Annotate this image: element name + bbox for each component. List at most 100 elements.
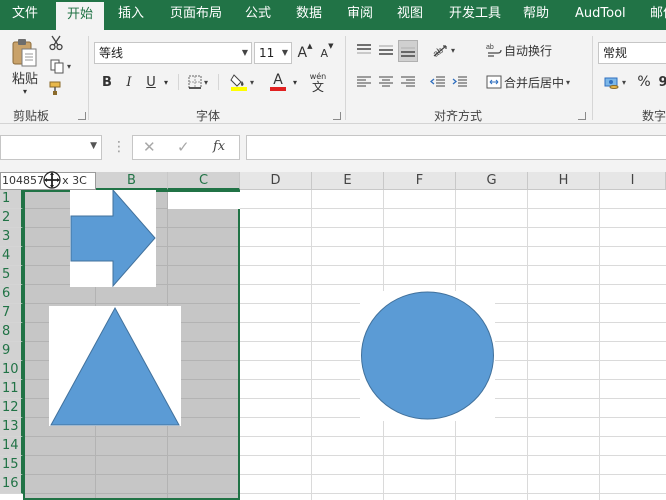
- worksheet-grid[interactable]: [23, 190, 666, 500]
- row-header[interactable]: 4: [0, 247, 23, 266]
- wrap-text-button[interactable]: 自动换行: [504, 40, 554, 60]
- circle-icon: [361, 291, 494, 420]
- insert-function-icon[interactable]: fx: [213, 139, 225, 154]
- tab-data[interactable]: 数据: [296, 0, 322, 30]
- row-header[interactable]: 2: [0, 209, 23, 228]
- circle-shape[interactable]: [360, 291, 495, 421]
- row-header[interactable]: 14: [0, 437, 23, 456]
- tab-view[interactable]: 视图: [397, 0, 423, 30]
- formula-input[interactable]: [246, 135, 666, 160]
- active-cell[interactable]: [168, 192, 240, 209]
- percent-button[interactable]: %: [634, 72, 654, 92]
- grow-font-icon: A: [297, 45, 308, 61]
- clipboard-launcher-icon[interactable]: [78, 112, 86, 120]
- ribbon-home: 粘贴 ▾ ▾ 剪贴板 等线 ▼ 11 ▼ A ▲ A ▼ B I U ▾ ▾ ▾ A…: [0, 30, 666, 124]
- wrap-text-icon[interactable]: ab: [484, 40, 504, 60]
- shrink-font-icon: A: [320, 46, 329, 60]
- paste-button[interactable]: 粘贴: [10, 69, 40, 87]
- row-header[interactable]: 6: [0, 285, 23, 304]
- number-format-select[interactable]: 常规: [598, 42, 666, 64]
- underline-button[interactable]: U: [142, 72, 160, 92]
- triangle-shape[interactable]: [49, 306, 181, 426]
- grow-font-button[interactable]: A ▲: [296, 42, 314, 64]
- align-bottom-button[interactable]: [398, 40, 418, 62]
- row-header[interactable]: 11: [0, 380, 23, 399]
- orientation-button[interactable]: ab ▾: [428, 40, 458, 60]
- column-header-c[interactable]: C: [168, 172, 240, 190]
- accounting-format-button[interactable]: ▾: [600, 72, 630, 92]
- accounting-icon: [604, 77, 619, 89]
- column-header-i[interactable]: I: [600, 172, 666, 190]
- drag-handle-icon[interactable]: ⋮: [112, 140, 126, 154]
- column-header-f[interactable]: F: [384, 172, 456, 190]
- tab-insert[interactable]: 插入: [118, 0, 144, 30]
- cancel-icon[interactable]: ✕: [143, 138, 156, 156]
- copy-icon[interactable]: ▾: [48, 58, 72, 74]
- underline-dropdown-icon[interactable]: ▾: [160, 72, 172, 92]
- font-size-select[interactable]: 11 ▼: [254, 42, 292, 64]
- ribbon-tab-bar: 文件 开始 插入 页面布局 公式 数据 审阅 视图 开发工具 帮助 AudToo…: [0, 0, 666, 30]
- font-color-dropdown-icon[interactable]: ▾: [290, 72, 300, 92]
- column-header-h[interactable]: H: [528, 172, 600, 190]
- format-painter-icon[interactable]: [48, 80, 64, 96]
- tab-file[interactable]: 文件: [12, 0, 38, 30]
- move-cursor-icon: [42, 170, 62, 190]
- font-family-select[interactable]: 等线 ▼: [94, 42, 252, 64]
- alignment-launcher-icon[interactable]: [578, 112, 586, 120]
- column-header-d[interactable]: D: [240, 172, 312, 190]
- column-header-e[interactable]: E: [312, 172, 384, 190]
- font-family-value: 等线: [99, 46, 124, 60]
- arrow-shape[interactable]: [70, 190, 156, 288]
- shrink-font-button[interactable]: A ▼: [318, 42, 336, 64]
- font-launcher-icon[interactable]: [333, 112, 341, 120]
- merge-center-icon[interactable]: [484, 72, 504, 92]
- row-header[interactable]: 9: [0, 342, 23, 361]
- increase-indent-icon: [452, 76, 467, 87]
- align-top-button[interactable]: [354, 40, 374, 60]
- name-box[interactable]: ▼: [0, 135, 102, 160]
- align-center-icon: [379, 76, 393, 87]
- align-right-button[interactable]: [398, 72, 418, 92]
- tab-help[interactable]: 帮助: [523, 0, 549, 30]
- bold-button[interactable]: B: [98, 72, 116, 92]
- cut-icon[interactable]: [48, 35, 64, 51]
- borders-icon: [188, 75, 202, 89]
- italic-button[interactable]: I: [120, 72, 138, 92]
- align-left-button[interactable]: [354, 72, 374, 92]
- column-header-b[interactable]: B: [96, 172, 168, 190]
- row-header[interactable]: 15: [0, 456, 23, 475]
- tab-review[interactable]: 审阅: [347, 0, 373, 30]
- align-right-icon: [401, 76, 415, 87]
- row-header[interactable]: 16: [0, 475, 23, 494]
- font-size-value: 11: [259, 46, 275, 60]
- column-header-g[interactable]: G: [456, 172, 528, 190]
- row-header[interactable]: 12: [0, 399, 23, 418]
- tab-home[interactable]: 开始: [56, 2, 104, 30]
- row-header[interactable]: 8: [0, 323, 23, 342]
- row-header[interactable]: 7: [0, 304, 23, 323]
- align-middle-button[interactable]: [376, 40, 396, 60]
- tab-developer[interactable]: 开发工具: [449, 0, 501, 30]
- paste-dropdown-icon[interactable]: ▾: [18, 86, 32, 96]
- increase-indent-button[interactable]: [450, 72, 470, 92]
- merge-center-button[interactable]: 合并后居中 ▾: [504, 72, 576, 92]
- merge-center-label: 合并后居中: [504, 75, 565, 90]
- decrease-indent-button[interactable]: [428, 72, 448, 92]
- tab-audtool[interactable]: AudTool: [575, 0, 626, 30]
- row-header[interactable]: 13: [0, 418, 23, 437]
- paste-icon[interactable]: [10, 38, 40, 68]
- enter-icon[interactable]: ✓: [177, 138, 190, 156]
- tab-mailings[interactable]: 邮件: [650, 0, 666, 30]
- row-header[interactable]: 3: [0, 228, 23, 247]
- alignment-group-label: 对齐方式: [434, 109, 483, 123]
- phonetic-guide-button[interactable]: wén 文: [304, 70, 332, 96]
- tab-formulas[interactable]: 公式: [245, 0, 271, 30]
- align-center-button[interactable]: [376, 72, 396, 92]
- tab-page-layout[interactable]: 页面布局: [170, 0, 222, 30]
- borders-button[interactable]: ▾: [184, 72, 212, 92]
- comma-style-button[interactable]: 9: [656, 72, 666, 92]
- row-header[interactable]: 1: [0, 190, 23, 209]
- fill-color-button[interactable]: ▾: [224, 70, 260, 94]
- row-header[interactable]: 10: [0, 361, 23, 380]
- row-header[interactable]: 5: [0, 266, 23, 285]
